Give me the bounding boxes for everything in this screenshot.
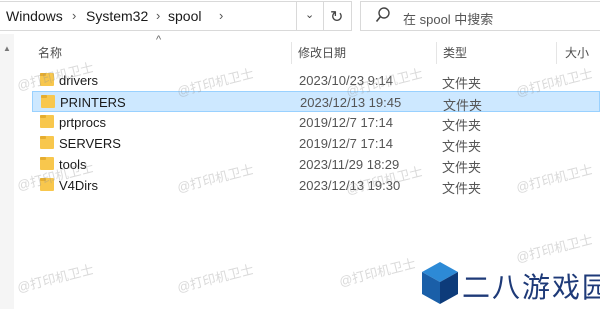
breadcrumb-spool[interactable]: spool xyxy=(168,8,201,24)
logo-text: 二八游戏园 xyxy=(462,271,600,304)
refresh-button[interactable]: ↻ xyxy=(324,1,352,31)
chevron-down-icon: ⌄ xyxy=(305,9,315,21)
file-name: PRINTERS xyxy=(60,95,126,110)
column-header-name[interactable]: 名称 xyxy=(38,44,62,61)
file-name: prtprocs xyxy=(59,115,106,130)
file-type: 文件夹 xyxy=(442,76,482,91)
breadcrumb-windows[interactable]: Windows xyxy=(6,8,63,24)
column-divider[interactable] xyxy=(436,42,437,64)
folder-icon xyxy=(40,115,54,128)
watermark: @打印机卫士 xyxy=(175,261,256,296)
file-type: 文件夹 xyxy=(442,160,482,175)
modified-date: 2019/12/7 17:14 xyxy=(299,136,393,151)
file-type: 文件夹 xyxy=(442,118,482,133)
folder-icon xyxy=(40,136,54,149)
search-box[interactable]: 在 spool 中搜索 xyxy=(360,1,600,31)
watermark: @打印机卫士 xyxy=(337,255,418,290)
navigation-pane-scrollbar[interactable]: ▲ xyxy=(0,34,14,309)
list-item[interactable]: PRINTERS 2023/12/13 19:45 文件夹 xyxy=(32,91,600,113)
address-toolbar: Windows › System32 › spool › ⌄ ↻ 在 spool… xyxy=(0,0,600,34)
modified-date: 2019/12/7 17:14 xyxy=(299,115,393,130)
address-history-dropdown[interactable]: ⌄ xyxy=(296,1,324,31)
file-type: 文件夹 xyxy=(442,181,482,196)
column-divider[interactable] xyxy=(556,42,557,64)
watermark: @打印机卫士 xyxy=(15,261,96,296)
column-header-date[interactable]: 修改日期 xyxy=(298,44,346,61)
refresh-icon: ↻ xyxy=(330,9,344,26)
column-header-size[interactable]: 大小 xyxy=(565,44,589,61)
folder-icon xyxy=(41,95,55,108)
breadcrumb-separator[interactable]: › xyxy=(219,8,223,23)
watermark: @打印机卫士 xyxy=(514,231,595,266)
list-item[interactable]: SERVERS 2019/12/7 17:14 文件夹 xyxy=(32,133,600,154)
breadcrumb-separator[interactable]: › xyxy=(156,8,160,23)
search-placeholder: 在 spool 中搜索 xyxy=(403,12,494,27)
list-item[interactable]: prtprocs 2019/12/7 17:14 文件夹 xyxy=(32,112,600,133)
column-divider[interactable] xyxy=(291,42,292,64)
file-type: 文件夹 xyxy=(442,139,482,154)
file-name: SERVERS xyxy=(59,136,121,151)
logo-icon xyxy=(422,262,458,304)
column-header-type[interactable]: 类型 xyxy=(443,44,467,61)
breadcrumb-system32[interactable]: System32 xyxy=(86,8,148,24)
list-item[interactable]: tools 2023/11/29 18:29 文件夹 xyxy=(32,154,600,175)
sort-ascending-icon: ^ xyxy=(156,34,162,46)
search-icon xyxy=(375,7,390,22)
breadcrumb-separator[interactable]: › xyxy=(72,8,76,23)
